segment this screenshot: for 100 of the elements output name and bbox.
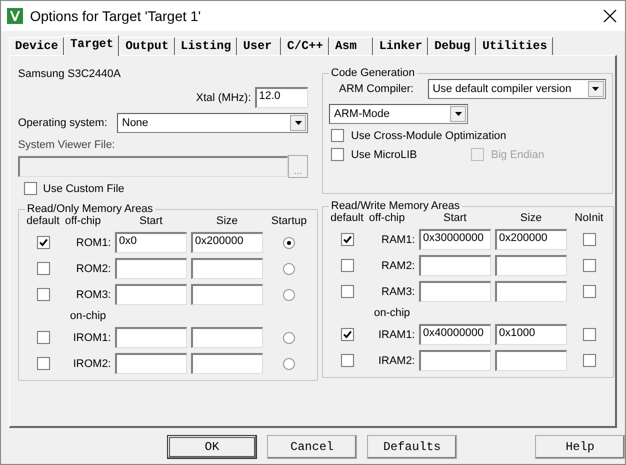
window-title: Options for Target 'Target 1' [30, 8, 202, 24]
start-field[interactable]: 0x30000000 [419, 229, 491, 250]
default-checkbox[interactable] [36, 331, 50, 344]
checkbox[interactable] [331, 148, 344, 161]
default-checkbox[interactable] [36, 262, 50, 275]
field-label: Xtal (MHz): [196, 92, 251, 104]
dropdown-button[interactable] [450, 106, 466, 122]
column-heading: off-chip [369, 212, 406, 224]
area-label: ROM1: [75, 236, 111, 248]
startup-radio[interactable] [283, 332, 295, 344]
column-heading: Size [519, 212, 543, 224]
size-field[interactable]: 0x200000 [495, 229, 567, 250]
tab[interactable]: Listing [174, 37, 238, 55]
tab[interactable]: Target [64, 35, 120, 56]
column-heading: default [329, 212, 365, 224]
start-field[interactable] [419, 255, 491, 276]
checkbox-label: Use Custom File [43, 182, 124, 194]
field-label: System Viewer File: [18, 139, 116, 151]
size-field[interactable] [495, 255, 567, 276]
area-label: RAM2: [380, 260, 415, 272]
size-field[interactable] [191, 258, 263, 279]
size-field[interactable] [495, 350, 567, 371]
column-heading: Startup [270, 215, 308, 227]
dropdown-button[interactable] [588, 81, 604, 97]
area-label: ROM3: [75, 288, 111, 300]
tab[interactable]: User [237, 37, 282, 55]
default-checkbox[interactable] [340, 354, 354, 367]
tab[interactable]: Device [9, 37, 64, 55]
tab[interactable]: Asm [329, 37, 374, 55]
start-field[interactable] [115, 327, 187, 348]
start-field[interactable]: 0x40000000 [419, 324, 491, 345]
start-field[interactable] [419, 350, 491, 371]
tab[interactable]: Output [119, 37, 175, 55]
default-checkbox[interactable] [340, 233, 354, 246]
start-field[interactable] [115, 284, 187, 305]
default-checkbox[interactable] [36, 236, 50, 249]
column-heading: NoInit [574, 212, 604, 224]
area-label: IROM1: [72, 332, 111, 344]
default-checkbox[interactable] [340, 285, 354, 298]
default-checkbox[interactable] [340, 328, 354, 341]
column-heading: Start [442, 212, 468, 224]
compiler-dropdown[interactable]: Use default compiler version [428, 79, 606, 99]
xtal-field[interactable]: 12.0 [255, 87, 308, 108]
size-field[interactable]: 0x200000 [191, 232, 263, 253]
column-heading: Start [138, 215, 164, 227]
checkbox-label: Use Cross-Module Optimization [351, 130, 506, 142]
checkbox-label: Big Endian [491, 148, 544, 160]
startup-radio[interactable] [283, 262, 295, 274]
noinit-checkbox[interactable] [582, 259, 596, 272]
startup-radio[interactable] [283, 358, 295, 370]
size-field[interactable]: 0x1000 [495, 324, 567, 345]
column-heading: Size [215, 215, 239, 227]
start-field[interactable]: 0x0 [115, 232, 187, 253]
size-field[interactable] [191, 353, 263, 374]
checkbox[interactable] [331, 129, 344, 142]
device-name: Samsung S3C2440A [18, 68, 122, 80]
noinit-checkbox[interactable] [582, 354, 596, 367]
column-heading: off-chip [65, 215, 102, 227]
checkbox-label: Use MicroLIB [351, 148, 418, 160]
default-checkbox[interactable] [340, 259, 354, 272]
default-checkbox[interactable] [36, 357, 50, 370]
noinit-checkbox[interactable] [582, 285, 596, 298]
tab[interactable]: Utilities [476, 37, 554, 55]
default-checkbox[interactable] [36, 288, 50, 301]
size-field[interactable] [191, 327, 263, 348]
tab[interactable]: C/C++ [281, 37, 330, 55]
start-field[interactable] [419, 281, 491, 302]
field-label: Operating system: [18, 117, 108, 129]
noinit-checkbox[interactable] [582, 328, 596, 341]
start-field[interactable] [115, 258, 187, 279]
startup-radio[interactable] [283, 288, 295, 300]
start-field[interactable] [115, 353, 187, 374]
dropdown-button[interactable] [290, 115, 306, 131]
mode-dropdown[interactable]: ARM-Mode [329, 104, 468, 124]
dialog-button[interactable]: OK [167, 435, 257, 459]
area-label: ROM2: [75, 262, 111, 274]
area-label: RAM1: [380, 234, 415, 246]
section-label: on-chip [372, 307, 412, 319]
noinit-checkbox[interactable] [582, 233, 596, 246]
app-logo-icon [7, 8, 23, 24]
caret-icon [294, 121, 302, 125]
area-label: RAM3: [380, 286, 415, 298]
dialog-button[interactable]: Help [535, 435, 625, 459]
group-title: Code Generation [330, 67, 416, 79]
area-label: IROM2: [72, 358, 111, 370]
startup-radio[interactable] [283, 236, 295, 248]
size-field[interactable] [191, 284, 263, 305]
group-title: Read/Only Memory Areas [26, 203, 154, 215]
dialog-button[interactable]: Cancel [267, 435, 357, 459]
dialog-button[interactable]: Defaults [367, 435, 457, 459]
column-heading: default [25, 215, 61, 227]
checkbox[interactable] [24, 182, 37, 195]
group-title: Read/Write Memory Areas [330, 200, 461, 212]
tab[interactable]: Linker [373, 37, 428, 55]
tab[interactable]: Debug [428, 37, 476, 55]
caret-icon [454, 112, 462, 116]
size-field[interactable] [495, 281, 567, 302]
area-label: IRAM2: [377, 354, 415, 366]
os-dropdown[interactable]: None [117, 113, 308, 133]
close-icon[interactable] [603, 9, 617, 23]
